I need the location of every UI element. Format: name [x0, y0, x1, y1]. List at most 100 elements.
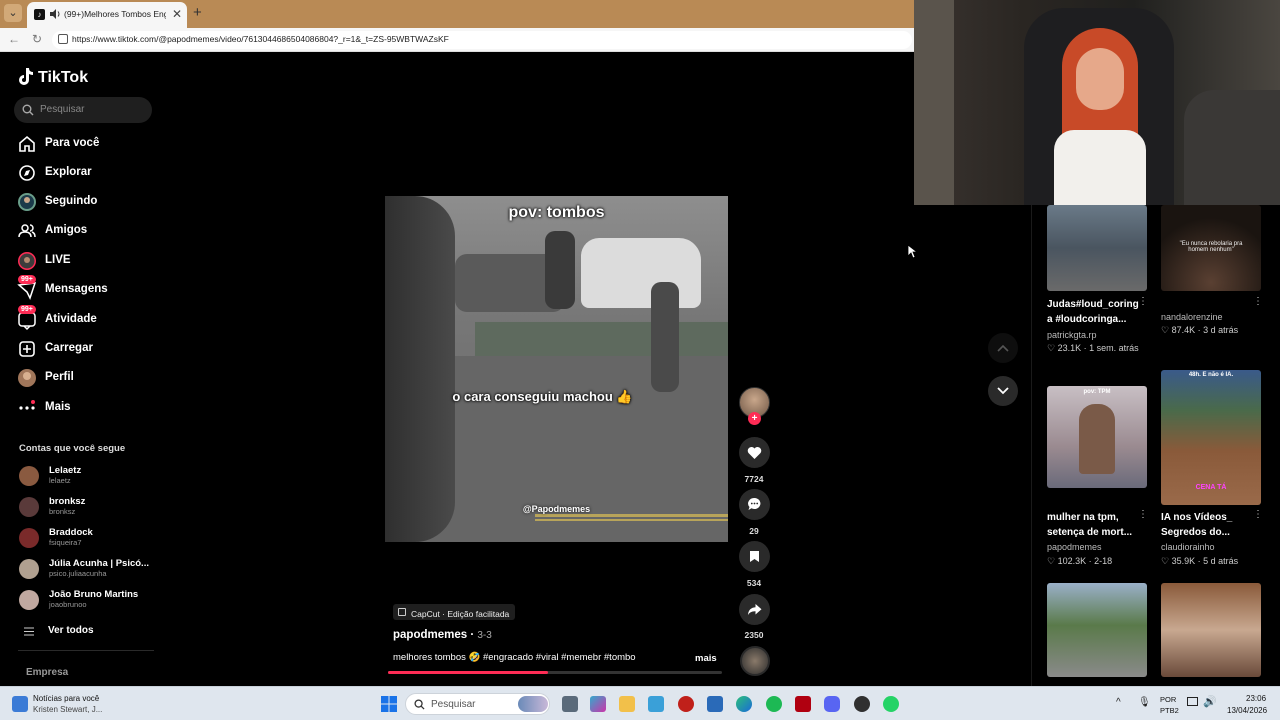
company-link[interactable]: Empresa — [26, 667, 68, 678]
keyboard-layout[interactable]: PTB2 — [1160, 706, 1179, 715]
related-title[interactable]: mulher na tpm, setença de mort... — [1047, 510, 1145, 540]
app-red-icon[interactable] — [795, 696, 811, 712]
related-thumbnail[interactable]: 48h. E não é IA. CENA TÁ — [1161, 370, 1261, 505]
close-tab-icon[interactable]: ✕ — [172, 7, 182, 21]
nav-mensagens[interactable]: 99+ Mensagens — [16, 275, 156, 301]
related-user[interactable]: nandalorenzine — [1161, 312, 1223, 322]
capcut-tag[interactable]: CapCut · Edição facilitada — [393, 604, 516, 620]
nav-perfil[interactable]: Perfil — [16, 367, 156, 389]
nav-para-voce[interactable]: Para você — [16, 133, 156, 155]
heart-icon: ♡ — [1161, 556, 1170, 566]
video-author[interactable]: papodmemes · 3-3 — [393, 629, 492, 641]
related-user[interactable]: patrickgta.rp — [1047, 330, 1097, 340]
more-options-icon[interactable]: ⋮ — [1138, 296, 1148, 307]
store-icon[interactable] — [648, 696, 664, 712]
video-progress-bar[interactable] — [388, 671, 722, 674]
address-bar: ← ↻ https://www.tiktok.com/@papodmemes/v… — [0, 28, 914, 52]
nav-carregar[interactable]: Carregar — [16, 338, 156, 360]
nav-live[interactable]: LIVE — [16, 250, 156, 272]
spotify-icon[interactable] — [766, 696, 782, 712]
file-explorer-icon[interactable] — [619, 696, 635, 712]
clock-time[interactable]: 23:06 — [1246, 694, 1266, 703]
account-item[interactable]: bronksz bronksz — [19, 494, 159, 520]
related-user[interactable]: claudiorainho — [1161, 542, 1215, 552]
discord-icon[interactable] — [824, 696, 840, 712]
network-icon[interactable] — [1187, 697, 1198, 706]
like-button[interactable] — [739, 437, 770, 468]
back-icon[interactable]: ← — [8, 32, 20, 46]
related-thumbnail[interactable]: "Eu nunca rebolaria pra homem nenhum" — [1161, 205, 1261, 291]
mail-icon[interactable] — [707, 696, 723, 712]
related-likes: 35.9K — [1171, 556, 1196, 566]
share-button[interactable] — [739, 594, 770, 625]
more-options-icon[interactable]: ⋮ — [1253, 509, 1263, 520]
next-video-button[interactable] — [988, 376, 1018, 406]
comment-button[interactable] — [739, 489, 770, 520]
speaker-icon[interactable] — [49, 8, 61, 20]
more-options-icon[interactable]: ⋮ — [1253, 296, 1263, 307]
taskbar-search[interactable]: Pesquisar — [405, 693, 550, 715]
post-date: 3-3 — [477, 630, 492, 641]
copilot-icon[interactable] — [590, 696, 606, 712]
task-view-icon[interactable] — [562, 696, 578, 712]
related-likes: 23.1K — [1057, 343, 1082, 353]
tray-chevron-icon[interactable]: ^ — [1116, 697, 1121, 708]
nav-explorar[interactable]: Explorar — [16, 162, 156, 184]
video-player[interactable]: pov: tombos o cara conseguiu machou 👍 @P… — [385, 196, 728, 542]
save-button[interactable] — [739, 541, 770, 572]
video-caption-middle: o cara conseguiu machou 👍 — [385, 389, 700, 405]
account-item[interactable]: Lelaetz lelaetz — [19, 463, 159, 489]
nav-label: Perfil — [45, 371, 74, 383]
nav-atividade[interactable]: 99+ Atividade — [16, 305, 156, 331]
see-all-link[interactable]: Ver todos — [48, 625, 94, 636]
url-field[interactable]: https://www.tiktok.com/@papodmemes/video… — [52, 31, 912, 49]
related-thumbnail[interactable] — [1047, 205, 1147, 291]
nav-seguindo[interactable]: Seguindo — [16, 191, 156, 213]
search-input[interactable]: Pesquisar — [14, 97, 152, 123]
more-description-link[interactable]: mais — [695, 653, 717, 664]
clock-date[interactable]: 13/04/2026 — [1227, 706, 1267, 715]
nav-label: Carregar — [45, 342, 93, 354]
related-title[interactable]: Judas#loud_coring a #loudcoringa... — [1047, 297, 1145, 327]
opera-icon[interactable] — [678, 696, 694, 712]
related-thumbnail[interactable]: pov: TPM — [1047, 386, 1147, 488]
nav-mais[interactable]: Mais — [16, 397, 156, 419]
news-subtitle[interactable]: Kristen Stewart, J... — [33, 705, 102, 714]
heart-icon — [747, 447, 762, 459]
microphone-icon[interactable]: 🎙 — [1138, 697, 1151, 708]
thumbnail-figure — [1079, 404, 1115, 474]
related-likes: 87.4K — [1171, 325, 1196, 335]
follow-plus-button[interactable]: + — [748, 412, 761, 425]
windows-start-icon[interactable] — [381, 696, 397, 712]
tiktok-note-icon — [19, 68, 33, 85]
sound-avatar[interactable] — [740, 646, 770, 676]
related-thumbnail[interactable] — [1047, 583, 1147, 677]
related-age: 2-18 — [1094, 556, 1113, 566]
nav-amigos[interactable]: Amigos — [16, 220, 156, 242]
capcut-icon — [398, 608, 406, 616]
thumbnail-text: 48h. E não é IA. — [1188, 372, 1234, 378]
related-user[interactable]: papodmemes — [1047, 542, 1102, 552]
account-item[interactable]: João Bruno Martins joaobrunoo — [19, 587, 159, 613]
tiktok-logo[interactable]: TikTok — [18, 67, 88, 90]
edge-icon[interactable] — [736, 696, 752, 712]
related-title[interactable]: IA nos Vídeos_ Segredos do... — [1161, 510, 1259, 540]
whatsapp-icon[interactable] — [883, 696, 899, 712]
obs-icon[interactable] — [854, 696, 870, 712]
site-info-icon[interactable] — [58, 34, 68, 44]
account-item[interactable]: Braddock fsiqueira7 — [19, 525, 159, 551]
account-item[interactable]: Júlia Acunha | Psicó... psico.juliaacunh… — [19, 556, 159, 582]
nav-label: LIVE — [45, 254, 71, 266]
tab-list-button[interactable]: ⌄ — [4, 4, 22, 22]
related-thumbnail[interactable] — [1161, 583, 1261, 677]
news-title[interactable]: Notícias para você — [33, 694, 99, 703]
volume-icon[interactable]: 🔊 — [1203, 695, 1217, 708]
more-options-icon[interactable]: ⋮ — [1138, 509, 1148, 520]
avatar — [19, 528, 39, 548]
new-tab-button[interactable]: + — [193, 4, 202, 21]
language-code[interactable]: POR — [1160, 695, 1176, 704]
reload-icon[interactable]: ↻ — [32, 32, 42, 46]
previous-video-button[interactable] — [988, 333, 1018, 363]
browser-tab[interactable]: ♪ (99+)Melhores Tombos Engra ✕ — [27, 2, 187, 28]
weather-news-icon[interactable] — [12, 696, 28, 712]
